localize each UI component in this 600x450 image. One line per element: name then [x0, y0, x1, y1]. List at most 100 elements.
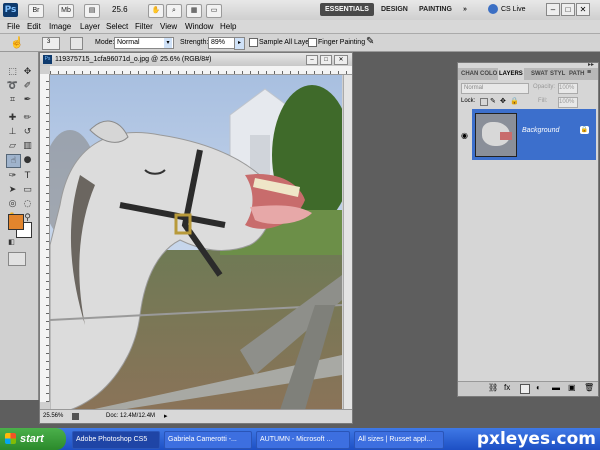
menu-window[interactable]: Window: [185, 20, 213, 33]
close-button[interactable]: ✕: [576, 3, 590, 16]
workspace-design[interactable]: DESIGN: [376, 3, 413, 16]
menu-image[interactable]: Image: [49, 20, 71, 33]
healing-brush-tool-icon[interactable]: ✚: [6, 112, 19, 124]
zoom-tool-button[interactable]: ⌕: [166, 4, 182, 18]
menu-layer[interactable]: Layer: [80, 20, 100, 33]
quick-mask-icon[interactable]: [8, 252, 26, 266]
tab-swatches[interactable]: SWAT: [530, 68, 549, 80]
trash-icon[interactable]: 🗑: [584, 383, 594, 392]
history-brush-tool-icon[interactable]: ↺: [21, 126, 34, 138]
smudge-tool-icon[interactable]: ☝: [6, 154, 21, 168]
lock-pixels-icon[interactable]: ✎: [490, 97, 496, 105]
bridge-button[interactable]: Br: [28, 4, 44, 18]
hand-tool-button[interactable]: ✋: [148, 4, 164, 18]
finger-painting-checkbox[interactable]: [308, 38, 317, 47]
taskbar-item-photoshop[interactable]: Adobe Photoshop CS5: [72, 431, 160, 449]
eraser-tool-icon[interactable]: ▱: [6, 140, 19, 152]
restore-button[interactable]: □: [561, 3, 575, 16]
type-tool-icon[interactable]: T: [21, 170, 34, 182]
blend-mode-select[interactable]: Normal: [461, 83, 529, 94]
pen-tool-icon[interactable]: ✑: [6, 170, 19, 182]
dodge-tool-icon[interactable]: ●: [21, 154, 34, 166]
3d-rotate-tool-icon[interactable]: ◎: [6, 198, 19, 210]
document-restore-button[interactable]: □: [320, 55, 332, 65]
smudge-tool-preset-icon[interactable]: ☝: [10, 36, 24, 49]
mini-bridge-button[interactable]: Mb: [58, 4, 74, 18]
brush-picker[interactable]: 3: [42, 37, 60, 50]
document-ps-icon: Ps: [43, 55, 52, 64]
gradient-tool-icon[interactable]: ▥: [21, 140, 34, 152]
status-menu-arrow-icon[interactable]: ▸: [164, 410, 168, 423]
adjustment-layer-icon[interactable]: ◐: [536, 383, 541, 392]
zoom-level[interactable]: 25.6: [112, 4, 128, 16]
lock-transparent-icon[interactable]: [480, 98, 488, 106]
tab-paths[interactable]: PATH: [568, 68, 585, 80]
minimize-button[interactable]: –: [546, 3, 560, 16]
fill-input[interactable]: 100%: [558, 97, 578, 108]
layer-lock-icon: 🔒: [580, 126, 589, 134]
document-size[interactable]: Doc: 12.4M/12.4M: [106, 410, 155, 423]
strength-label: Strength:: [180, 39, 209, 46]
crop-tool-icon[interactable]: ⌗: [6, 94, 19, 106]
menu-edit[interactable]: Edit: [27, 20, 41, 33]
path-selection-tool-icon[interactable]: ➤: [6, 184, 19, 196]
tab-channels[interactable]: CHAN: [460, 68, 479, 80]
workspace-essentials[interactable]: ESSENTIALS: [320, 3, 374, 16]
taskbar-item-autumn[interactable]: AUTUMN - Microsoft ...: [256, 431, 350, 449]
move-tool-icon[interactable]: ✥: [21, 66, 34, 78]
eyedropper-tool-icon[interactable]: ✒: [21, 94, 34, 106]
brush-panel-toggle-icon[interactable]: [70, 37, 83, 50]
layer-style-icon[interactable]: fx: [504, 383, 510, 392]
shape-tool-icon[interactable]: ▭: [21, 184, 34, 196]
mode-select[interactable]: Normal ▾: [114, 37, 174, 49]
vertical-scrollbar[interactable]: [343, 75, 352, 410]
vertical-ruler[interactable]: [40, 74, 50, 402]
new-layer-icon[interactable]: ▣: [568, 383, 576, 392]
link-layers-icon[interactable]: ⛓: [488, 383, 498, 392]
menu-help[interactable]: Help: [220, 20, 236, 33]
document-minimize-button[interactable]: –: [306, 55, 318, 65]
default-colors-icon[interactable]: ◧: [5, 236, 18, 248]
taskbar-item-gabriela[interactable]: Gabriela Camerotti -...: [164, 431, 252, 449]
brush-tool-icon[interactable]: ✏: [21, 112, 34, 124]
tab-styles[interactable]: STYL: [549, 68, 566, 80]
panel-menu-icon[interactable]: ≡: [587, 69, 591, 76]
arrange-documents-button[interactable]: ▦: [186, 4, 202, 18]
3d-orbit-tool-icon[interactable]: ◌: [21, 198, 34, 210]
status-divider: [72, 413, 79, 420]
document-title-bar[interactable]: Ps 119375715_1cfa96071d_o.jpg @ 25.6% (R…: [40, 53, 352, 66]
opacity-input[interactable]: 100%: [558, 83, 578, 94]
quick-selection-tool-icon[interactable]: ✐: [21, 80, 34, 92]
document-zoom-field[interactable]: 25.56%: [43, 410, 63, 423]
workspace-painting[interactable]: PAINTING: [414, 3, 457, 16]
cs-live-button[interactable]: CS Live: [501, 3, 526, 16]
add-mask-icon[interactable]: [520, 384, 530, 394]
lock-position-icon[interactable]: ✥: [500, 97, 506, 105]
lasso-tool-icon[interactable]: ➰: [6, 80, 19, 92]
layer-visibility-eye-icon[interactable]: ◉: [461, 131, 468, 140]
view-extras-button[interactable]: ▤: [84, 4, 100, 18]
collapse-panel-icon[interactable]: ▸▸: [588, 61, 594, 68]
lock-all-icon[interactable]: 🔒: [510, 97, 519, 105]
horizontal-ruler[interactable]: [50, 66, 352, 75]
foreground-color-swatch[interactable]: [8, 214, 24, 230]
marquee-tool-icon[interactable]: ⬚: [6, 66, 19, 78]
image-canvas[interactable]: [50, 75, 342, 410]
pressure-icon[interactable]: ✎: [366, 36, 374, 47]
screen-mode-button[interactable]: ▭: [206, 4, 222, 18]
document-close-button[interactable]: ✕: [334, 55, 348, 65]
tab-layers[interactable]: LAYERS: [498, 68, 524, 80]
menu-file[interactable]: File: [7, 20, 20, 33]
menu-view[interactable]: View: [160, 20, 177, 33]
new-group-icon[interactable]: ▬: [552, 383, 560, 392]
more-workspaces-button[interactable]: »: [458, 3, 472, 16]
sample-all-layers-checkbox[interactable]: [249, 38, 258, 47]
layer-row-background[interactable]: Background 🔒: [472, 109, 596, 160]
taskbar-item-russet[interactable]: All sizes | Russet appl...: [354, 431, 444, 449]
clone-stamp-tool-icon[interactable]: ⊥: [6, 126, 19, 138]
strength-slider-toggle[interactable]: ▸: [234, 37, 245, 50]
start-button[interactable]: start: [0, 428, 66, 450]
menu-filter[interactable]: Filter: [135, 20, 153, 33]
menu-select[interactable]: Select: [106, 20, 128, 33]
tab-color[interactable]: COLO: [479, 68, 498, 80]
